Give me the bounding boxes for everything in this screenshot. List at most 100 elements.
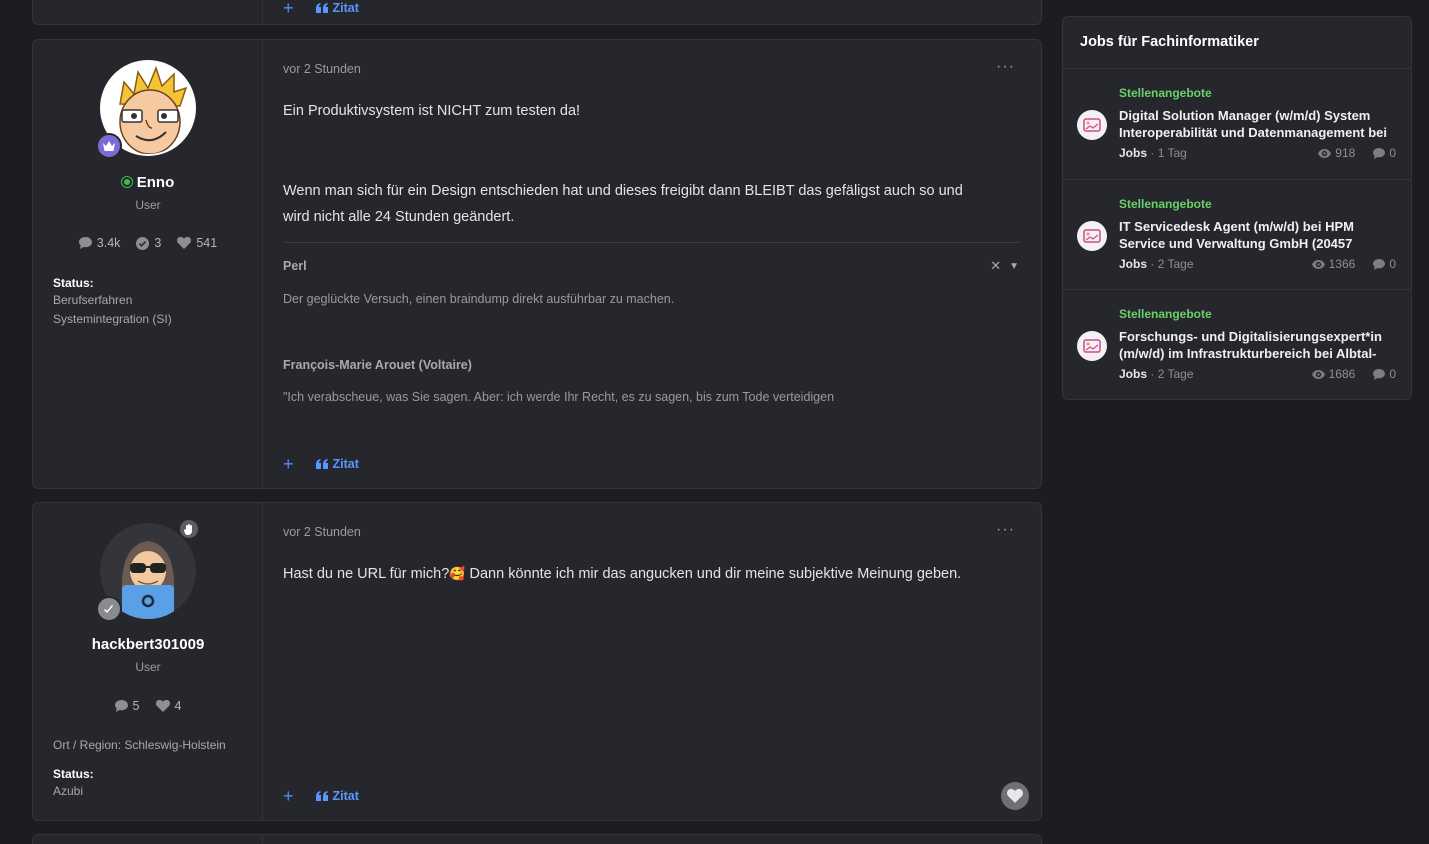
job-category[interactable]: Stellenangebote: [1119, 197, 1212, 211]
author-role: User: [135, 198, 161, 212]
author-column: hackbert301009 User 5 4 Ort / Region: Sc…: [33, 503, 263, 820]
job-meta: Jobs · 2 Tage: [1119, 367, 1194, 381]
post-body-line: Ein Produktivsystem ist NICHT zum testen…: [283, 103, 581, 119]
job-meta: Jobs · 1 Tag: [1119, 146, 1187, 160]
speech-bubble-icon: [1373, 368, 1386, 380]
more-options-icon[interactable]: ···: [996, 58, 1015, 76]
quote-label: Zitat: [332, 457, 359, 471]
hand-wave-icon: [178, 518, 200, 540]
quote-icon: [315, 791, 328, 801]
author-stats: 5 4: [33, 699, 263, 713]
post-content: + Zitat: [263, 0, 1041, 24]
close-signature-icon[interactable]: ✕: [990, 258, 1001, 274]
post-timestamp[interactable]: vor 2 Stunden: [283, 62, 361, 76]
post-actions: + Zitat: [283, 0, 359, 17]
post-card: Enno User 3.4k 3 541 Status: Berufserfah…: [32, 39, 1042, 489]
status-label: Status:: [53, 767, 94, 781]
like-count-stat: 4: [155, 699, 181, 713]
jobs-widget: Jobs für Fachinformatiker Stellenangebot…: [1062, 16, 1412, 400]
speech-bubble-icon: [114, 700, 128, 712]
quote-button[interactable]: Zitat: [315, 457, 359, 471]
chevron-down-icon[interactable]: ▼: [1009, 261, 1019, 272]
job-category[interactable]: Stellenangebote: [1119, 86, 1212, 100]
multiquote-add-button[interactable]: +: [283, 787, 294, 805]
signature-quote: Der geglückte Versuch, einen braindump d…: [283, 292, 675, 306]
multiquote-add-button[interactable]: +: [283, 455, 294, 473]
check-circle-icon: [136, 236, 150, 250]
status-label: Status:: [53, 276, 94, 290]
job-title[interactable]: Digital Solution Manager (w/m/d) System …: [1119, 107, 1399, 141]
job-title[interactable]: IT Servicedesk Agent (m/w/d) bei HPM Ser…: [1119, 218, 1399, 252]
post-body: Hast du ne URL für mich?🥰 Dann könnte ic…: [283, 566, 962, 582]
quote-button[interactable]: Zitat: [315, 1, 359, 15]
rank-badge-gear-icon: [96, 596, 122, 622]
post-body-line: wird nicht alle 24 Stunden geändert.: [283, 209, 515, 225]
smiling-face-hearts-emoji: 🥰: [449, 566, 466, 581]
views-stat: 1366: [1311, 257, 1355, 271]
job-meta: Jobs · 2 Tage: [1119, 257, 1194, 271]
speech-bubble-icon: [78, 237, 92, 249]
post-body-line: Wenn man sich für ein Design entschieden…: [283, 183, 963, 199]
more-options-icon[interactable]: ···: [996, 521, 1015, 539]
speech-bubble-icon: [1373, 258, 1386, 270]
views-stat: 1686: [1311, 367, 1355, 381]
author-stats: 3.4k 3 541: [33, 236, 263, 250]
signature-divider: [283, 242, 1021, 243]
post-timestamp[interactable]: vor 2 Stunden: [283, 525, 361, 539]
signature-author: François-Marie Arouet (Voltaire): [283, 358, 472, 372]
online-indicator: [121, 177, 132, 187]
status-value: Berufserfahren Systemintegration (SI): [53, 293, 172, 326]
post-card-partial-bottom: [32, 834, 1042, 844]
post-actions: + Zitat: [283, 455, 359, 473]
replies-stat: 0: [1373, 146, 1396, 160]
job-item[interactable]: Stellenangebote Forschungs- und Digitali…: [1063, 290, 1411, 399]
quote-label: Zitat: [332, 1, 359, 15]
quote-icon: [315, 3, 328, 13]
heart-icon: [155, 700, 170, 712]
eye-icon: [1311, 259, 1325, 269]
author-column: [33, 835, 263, 844]
signature-quote: "Ich verabscheue, was Sie sagen. Aber: i…: [283, 390, 835, 404]
like-count-stat: 541: [177, 236, 217, 250]
multiquote-add-button[interactable]: +: [283, 0, 294, 17]
post-content: vor 2 Stunden ··· Ein Produktivsystem is…: [263, 40, 1041, 488]
post-card-partial-top: + Zitat: [32, 0, 1042, 25]
job-thumbnail-icon: [1077, 331, 1107, 361]
job-item[interactable]: Stellenangebote IT Servicedesk Agent (m/…: [1063, 180, 1411, 290]
author-region: Ort / Region: Schleswig-Holstein: [53, 738, 226, 752]
post-count-stat: 5: [114, 699, 140, 713]
views-stat: 918: [1318, 146, 1355, 160]
job-stats: 918 0: [1318, 146, 1396, 160]
job-title[interactable]: Forschungs- und Digitalisierungsexpert*i…: [1119, 328, 1399, 362]
quote-label: Zitat: [332, 789, 359, 803]
job-thumbnail-icon: [1077, 110, 1107, 140]
author-column: [33, 0, 263, 24]
job-thumbnail-icon: [1077, 221, 1107, 251]
author-username[interactable]: hackbert301009: [33, 636, 263, 653]
heart-icon: [177, 237, 192, 249]
job-item[interactable]: Stellenangebote Digital Solution Manager…: [1063, 69, 1411, 179]
post-content: vor 2 Stunden ··· Hast du ne URL für mic…: [263, 503, 1041, 820]
heart-icon: [1007, 789, 1023, 803]
solution-count-stat: 3: [136, 236, 161, 250]
eye-icon: [1311, 369, 1325, 379]
speech-bubble-icon: [1373, 147, 1386, 159]
replies-stat: 0: [1373, 257, 1396, 271]
like-button[interactable]: [1001, 782, 1029, 810]
status-value: Azubi: [53, 784, 84, 798]
jobs-widget-title: Jobs für Fachinformatiker: [1080, 34, 1259, 50]
quote-icon: [315, 459, 328, 469]
post-card: hackbert301009 User 5 4 Ort / Region: Sc…: [32, 502, 1042, 821]
author-username[interactable]: Enno: [33, 174, 263, 191]
signature-controls: ✕ ▼: [990, 258, 1019, 274]
post-actions: + Zitat: [283, 787, 359, 805]
post-count-stat: 3.4k: [78, 236, 120, 250]
replies-stat: 0: [1373, 367, 1396, 381]
rank-badge-crown-icon: [96, 133, 122, 159]
author-role: User: [135, 660, 161, 674]
job-stats: 1366 0: [1311, 257, 1396, 271]
signature-author: Perl: [283, 259, 307, 273]
job-category[interactable]: Stellenangebote: [1119, 307, 1212, 321]
job-stats: 1686 0: [1311, 367, 1396, 381]
quote-button[interactable]: Zitat: [315, 789, 359, 803]
